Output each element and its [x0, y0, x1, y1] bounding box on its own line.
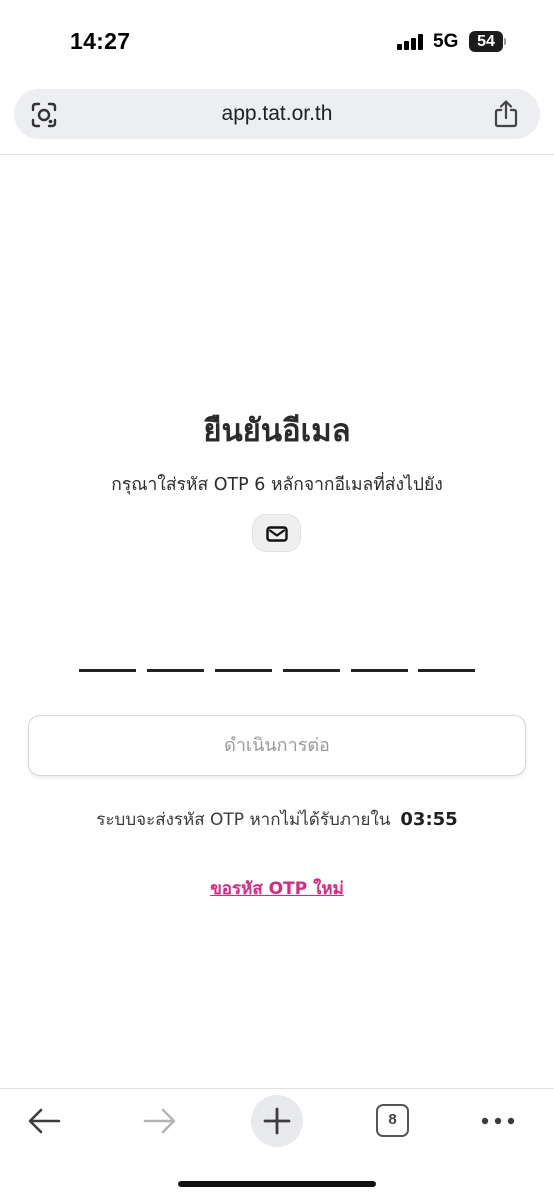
otp-digit-5[interactable]	[351, 652, 408, 672]
more-button[interactable]	[468, 1089, 528, 1153]
continue-button[interactable]: ดำเนินการต่อ	[28, 715, 526, 776]
signal-icon	[397, 34, 425, 50]
new-tab-button[interactable]	[251, 1095, 303, 1147]
url-text[interactable]: app.tat.or.th	[14, 102, 540, 126]
otp-digit-6[interactable]	[418, 652, 475, 672]
status-time: 14:27	[70, 28, 131, 54]
countdown-timer: 03:55	[400, 809, 458, 830]
email-chip	[252, 514, 301, 552]
tabs-button[interactable]: 8	[376, 1104, 409, 1137]
home-indicator	[178, 1181, 376, 1187]
otp-digit-2[interactable]	[147, 652, 204, 672]
page-title: ยืนยันอีเมล	[203, 413, 351, 449]
otp-digit-4[interactable]	[283, 652, 340, 672]
otp-digit-1[interactable]	[79, 652, 136, 672]
resend-info: ระบบจะส่งรหัส OTP หากไม่ได้รับภายใน 03:55	[0, 806, 554, 833]
forward-button[interactable]	[131, 1089, 191, 1153]
mail-icon	[266, 526, 288, 542]
more-icon	[481, 1117, 515, 1125]
divider	[0, 154, 554, 155]
otp-digit-3[interactable]	[215, 652, 272, 672]
resend-otp-link[interactable]: ขอรหัส OTP ใหม่	[0, 875, 554, 902]
forward-arrow-icon	[143, 1108, 176, 1134]
address-bar[interactable]: app.tat.or.th	[14, 89, 540, 139]
resend-info-text: ระบบจะส่งรหัส OTP หากไม่ได้รับภายใน	[96, 810, 391, 830]
share-icon[interactable]	[493, 100, 519, 128]
instruction-text: กรุณาใส่รหัส OTP 6 หลักจากอีเมลที่ส่งไปย…	[111, 475, 443, 495]
status-bar: 14:27 5G 54	[0, 0, 554, 80]
plus-icon	[263, 1107, 291, 1135]
otp-input[interactable]	[79, 652, 475, 672]
network-type: 5G	[433, 31, 459, 52]
battery-level: 54	[469, 31, 503, 52]
back-button[interactable]	[15, 1089, 75, 1153]
battery-icon: 54	[469, 31, 506, 52]
back-arrow-icon	[28, 1108, 61, 1134]
